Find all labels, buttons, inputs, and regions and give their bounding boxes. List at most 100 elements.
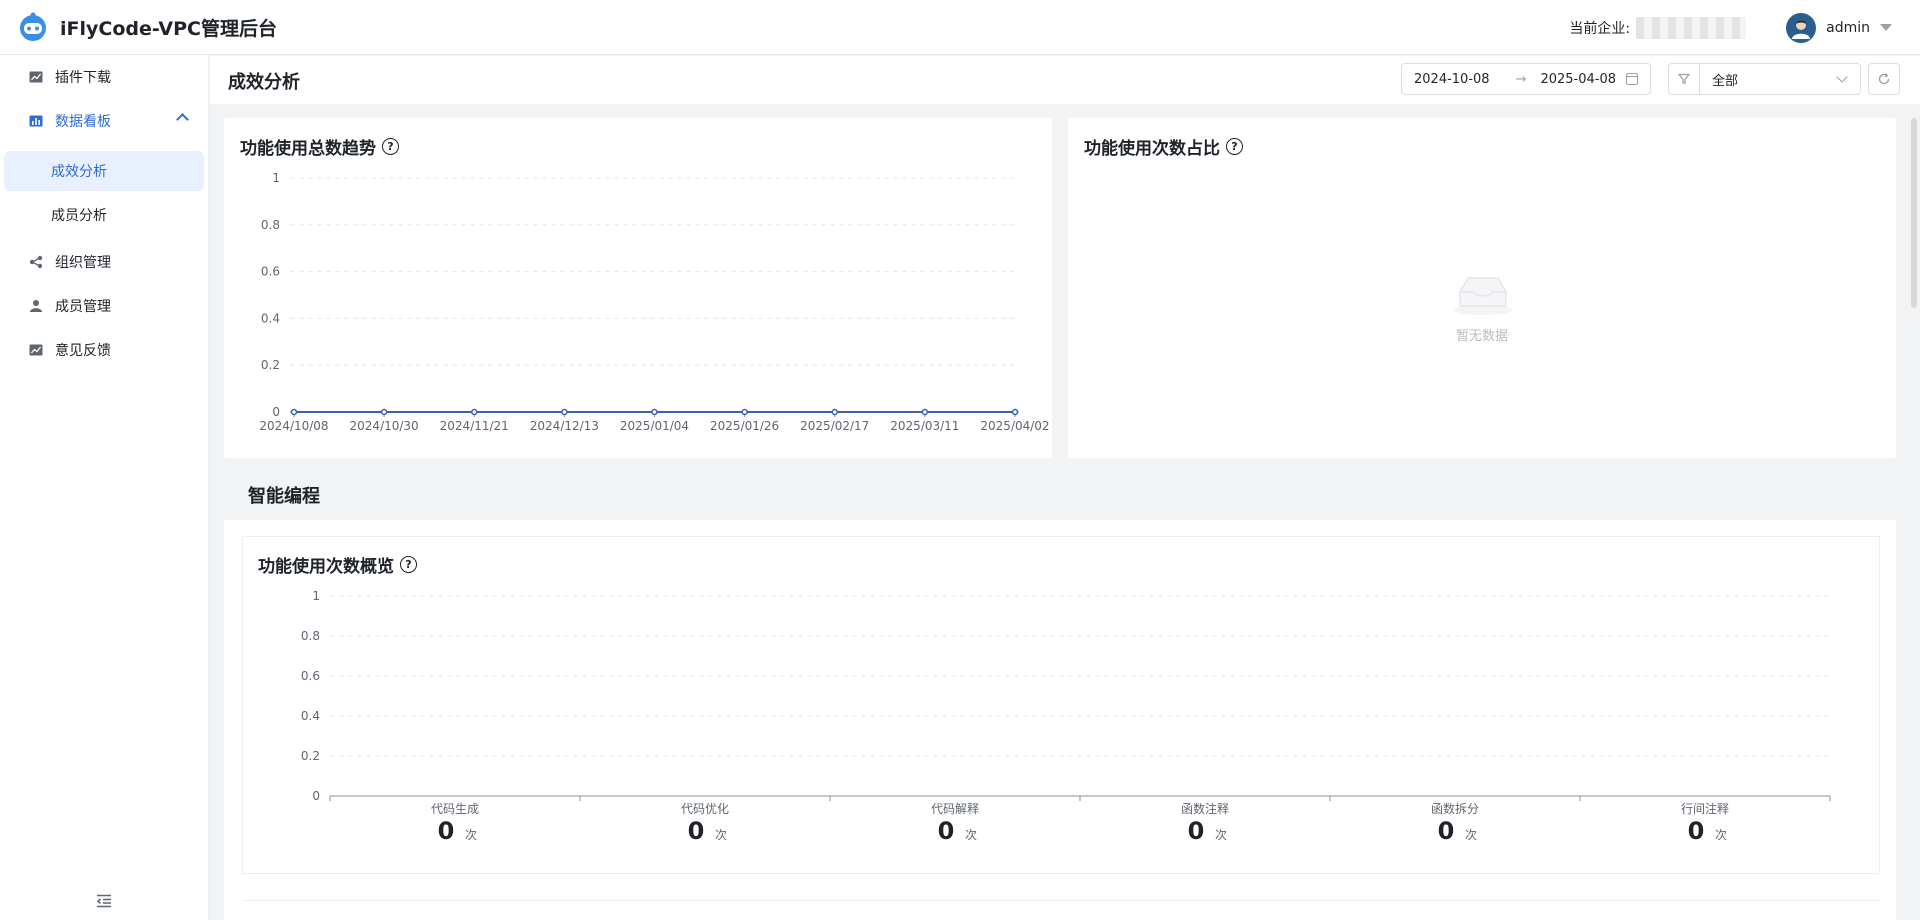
date-separator-arrow: → [1515,71,1527,87]
sidebar-subitem-effect-analysis[interactable]: 成效分析 [4,151,204,191]
count-unit: 次 [1715,828,1727,842]
sidebar-subitem-label: 成员分析 [51,208,107,224]
app-title: iFlyCode-VPC管理后台 [60,17,277,40]
x-tick-label: 2025/03/11 [890,419,959,433]
sidebar-item-feedback[interactable]: 意见反馈 [0,328,209,372]
scrollbar[interactable] [1911,118,1917,308]
count-value: 0 [688,817,705,845]
sidebar-subitem-label: 成效分析 [51,164,107,180]
count-unit: 次 [465,828,477,842]
calendar-icon[interactable] [1626,73,1638,85]
help-icon[interactable]: ? [382,138,399,155]
y-tick-label: 1 [272,171,280,185]
x-tick-label: 函数注释 [1181,801,1229,816]
filter-select[interactable]: 全部 [1668,63,1861,95]
x-tick-label: 2025/02/17 [800,419,869,433]
caret-down-icon[interactable] [1880,24,1892,31]
date-end[interactable]: 2025-04-08 [1540,72,1616,87]
user-avatar-icon [1792,19,1811,39]
y-tick-label: 0.8 [261,218,280,232]
sidebar-item-member-management[interactable]: 成员管理 [0,284,209,328]
refresh-button[interactable] [1868,63,1900,95]
divider [242,900,1880,901]
count-unit: 次 [715,828,727,842]
sidebar-item-plugin-download[interactable]: 插件下载 [0,55,209,99]
overview-bar-chart: 00.20.40.60.81代码生成0 次代码优化0 次代码解释0 次函数注释0 次函数… [301,589,1831,845]
chevron-up-icon[interactable] [176,113,189,126]
x-tick-label: 函数拆分 [1431,801,1479,816]
data-point[interactable] [741,408,748,416]
section-title: 智能编程 [248,486,320,507]
sidebar-item-org-management[interactable]: 组织管理 [0,240,209,284]
ratio-card-title: 功能使用次数占比 ? [1084,134,1243,159]
x-tick-label: 代码解释 [931,802,979,816]
y-tick-label: 0.4 [301,709,320,723]
date-range-picker[interactable]: 2024-10-08 → 2025-04-08 [1401,63,1651,95]
top-bar: iFlyCode-VPC管理后台 当前企业: admin [0,0,1920,55]
x-tick-label: 代码优化 [681,802,729,816]
logo-icon [20,12,46,41]
y-tick-label: 0.6 [301,669,320,683]
page-title: 成效分析 [228,72,300,93]
trend-card-title: 功能使用总数趋势 ? [240,134,399,159]
sidebar-subitem-member-analysis[interactable]: 成员分析 [4,195,204,235]
count-value: 0 [1188,817,1205,845]
data-point[interactable] [831,408,838,416]
sidebar-item-data-dashboard[interactable]: 数据看板 [0,99,209,143]
trend-line-chart: 0 0.2 0.4 0.6 0.8 1 2024/10/08 2024/10/30 2024/1… [259,171,1049,433]
data-point[interactable] [921,408,929,416]
x-tick-label: 2024/10/08 [259,419,328,433]
empty-inbox-icon [1453,277,1513,315]
date-start[interactable]: 2024-10-08 [1414,72,1490,87]
x-tick-label: 2024/11/21 [440,419,509,433]
trend-card-title-text: 功能使用总数趋势 [240,139,376,159]
help-icon[interactable]: ? [1226,138,1243,155]
avatar[interactable] [1786,12,1817,43]
collapse-sidebar-icon[interactable] [96,894,112,908]
data-point[interactable] [380,408,388,416]
sidebar-item-label: 成员管理 [55,299,111,315]
sidebar-item-label: 组织管理 [55,255,111,271]
bar-chart-icon [29,114,43,128]
overview-card-title-text: 功能使用次数概览 [258,557,394,577]
chevron-down-icon [1836,71,1848,83]
x-tick-label: 2024/12/13 [530,419,599,433]
count-value: 0 [1438,817,1455,845]
data-point[interactable] [651,408,658,416]
y-tick-label: 0 [272,405,280,419]
user-name[interactable]: admin [1826,20,1870,36]
data-point[interactable] [1011,408,1019,416]
empty-state-text: 暂无数据 [1456,329,1509,344]
x-tick-label: 行间注释 [1681,801,1729,816]
filter-icon [1669,64,1700,94]
x-tick-label: 2025/01/04 [620,419,689,433]
page-toolbar: 成效分析 2024-10-08 → 2025-04-08 全部 [210,56,1920,104]
ratio-card-title-text: 功能使用次数占比 [1084,139,1220,159]
y-tick-label: 0.4 [261,311,280,325]
data-point[interactable] [290,408,298,416]
line-chart-icon [29,70,43,84]
sidebar-item-label: 数据看板 [55,114,111,130]
line-chart-icon [29,343,43,357]
sidebar-item-label: 插件下载 [55,70,111,86]
x-tick-label: 2025/01/26 [710,419,779,433]
y-tick-label: 0.2 [301,749,320,763]
count-unit: 次 [1215,828,1227,842]
x-tick-label: 2025/04/02 [980,419,1049,433]
y-tick-label: 0.8 [301,629,320,643]
count-unit: 次 [1465,828,1477,842]
y-tick-label: 1 [312,589,320,603]
count-value: 0 [438,817,455,845]
y-tick-label: 0.2 [261,358,280,372]
user-icon [29,299,43,313]
overview-card-title: 功能使用次数概览 ? [258,552,417,577]
data-point[interactable] [471,408,478,416]
count-unit: 次 [965,828,977,842]
enterprise-label: 当前企业: [1569,20,1631,37]
sidebar-item-label: 意见反馈 [55,343,111,359]
help-icon[interactable]: ? [400,556,417,573]
sidebar: 插件下载 数据看板 成效分析 成员分析 组织管理 成员管理 意见反馈 [0,55,209,920]
data-point[interactable] [561,408,568,416]
count-value: 0 [938,817,955,845]
filter-selected-value: 全部 [1712,73,1739,89]
